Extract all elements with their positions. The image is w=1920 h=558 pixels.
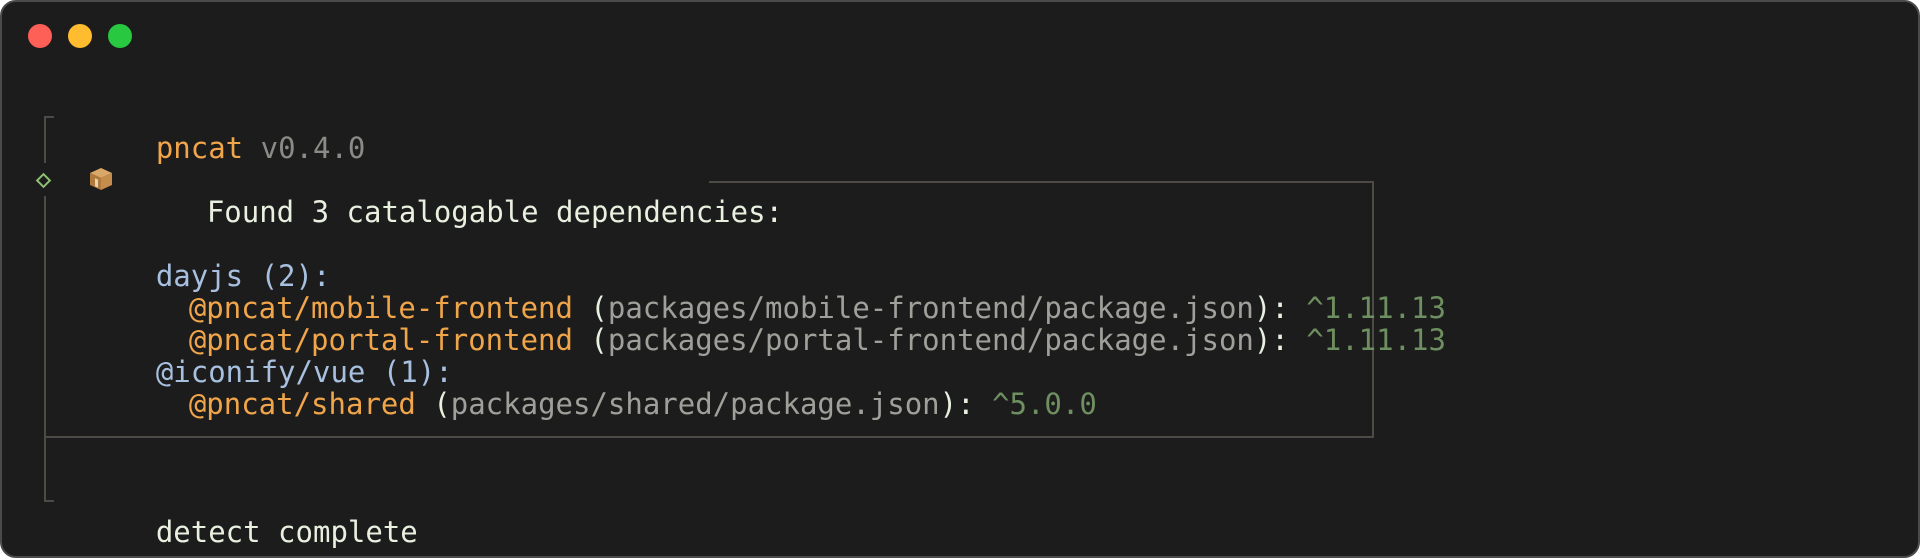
box-bottom-border — [44, 436, 1374, 438]
group-label: dayjs (2): — [155, 259, 331, 293]
paren-open: ( — [433, 387, 451, 421]
status-line: detect complete — [86, 484, 418, 548]
app-version: v0.4.0 — [260, 131, 366, 165]
tree-line-middle — [44, 196, 46, 502]
dependency-entry: @pncat/portal-frontend (packages/portal-… — [119, 292, 1446, 356]
tree-line-top — [44, 116, 46, 163]
package-box-icon — [90, 168, 112, 190]
paren-close: ): — [939, 387, 975, 421]
package-version: ^5.0.0 — [992, 387, 1097, 421]
terminal-window: pncat v0.4.0 Found 3 catalogable depende… — [0, 0, 1920, 558]
package-path: packages/shared/package.json — [450, 387, 940, 421]
package-name: @pncat/shared — [188, 387, 416, 421]
found-text: Found 3 catalogable dependencies: — [206, 195, 784, 229]
tree-tick-top — [44, 116, 54, 118]
group-label: @iconify/vue (1): — [155, 355, 453, 389]
zoom-button[interactable] — [108, 24, 132, 48]
tree-tick-bottom — [44, 500, 54, 502]
paren-open: ( — [590, 323, 608, 357]
status-text: detect complete — [155, 515, 418, 549]
package-path: packages/portal-frontend/package.json — [607, 323, 1254, 357]
header-line: pncat v0.4.0 — [86, 100, 366, 164]
step-diamond-icon — [35, 172, 52, 189]
minimize-button[interactable] — [68, 24, 92, 48]
close-button[interactable] — [28, 24, 52, 48]
paren-close: ): — [1253, 323, 1289, 357]
dependency-entry: @pncat/mobile-frontend (packages/mobile-… — [119, 260, 1446, 324]
box-top-border — [709, 181, 1374, 183]
dependency-entry: @pncat/shared (packages/shared/package.j… — [119, 356, 1097, 420]
app-name: pncat — [155, 131, 244, 165]
found-line: Found 3 catalogable dependencies: — [137, 164, 783, 228]
package-version: ^1.11.13 — [1306, 323, 1446, 357]
